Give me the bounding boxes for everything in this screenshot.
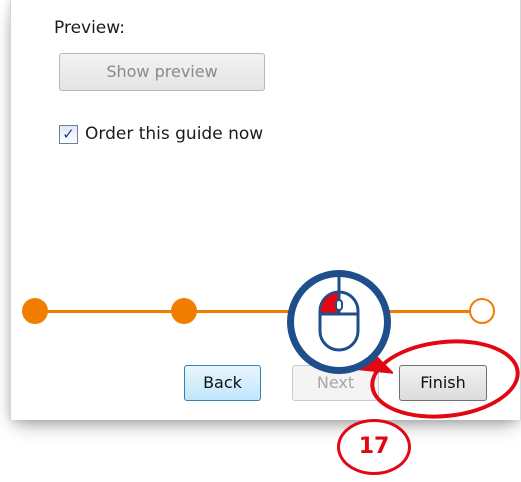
preview-label: Preview: (54, 18, 125, 38)
progress-step-1 (22, 298, 48, 324)
progress-step-4 (469, 298, 495, 324)
show-preview-button[interactable]: Show preview (59, 53, 265, 91)
progress-step-2 (171, 298, 197, 324)
progress-track (34, 310, 482, 313)
mouse-left-click-icon (287, 270, 393, 374)
back-button[interactable]: Back (184, 365, 261, 401)
order-guide-checkbox[interactable]: ✓ (59, 125, 78, 144)
step-number-badge: 17 (337, 419, 411, 475)
order-guide-label: Order this guide now (85, 124, 264, 144)
